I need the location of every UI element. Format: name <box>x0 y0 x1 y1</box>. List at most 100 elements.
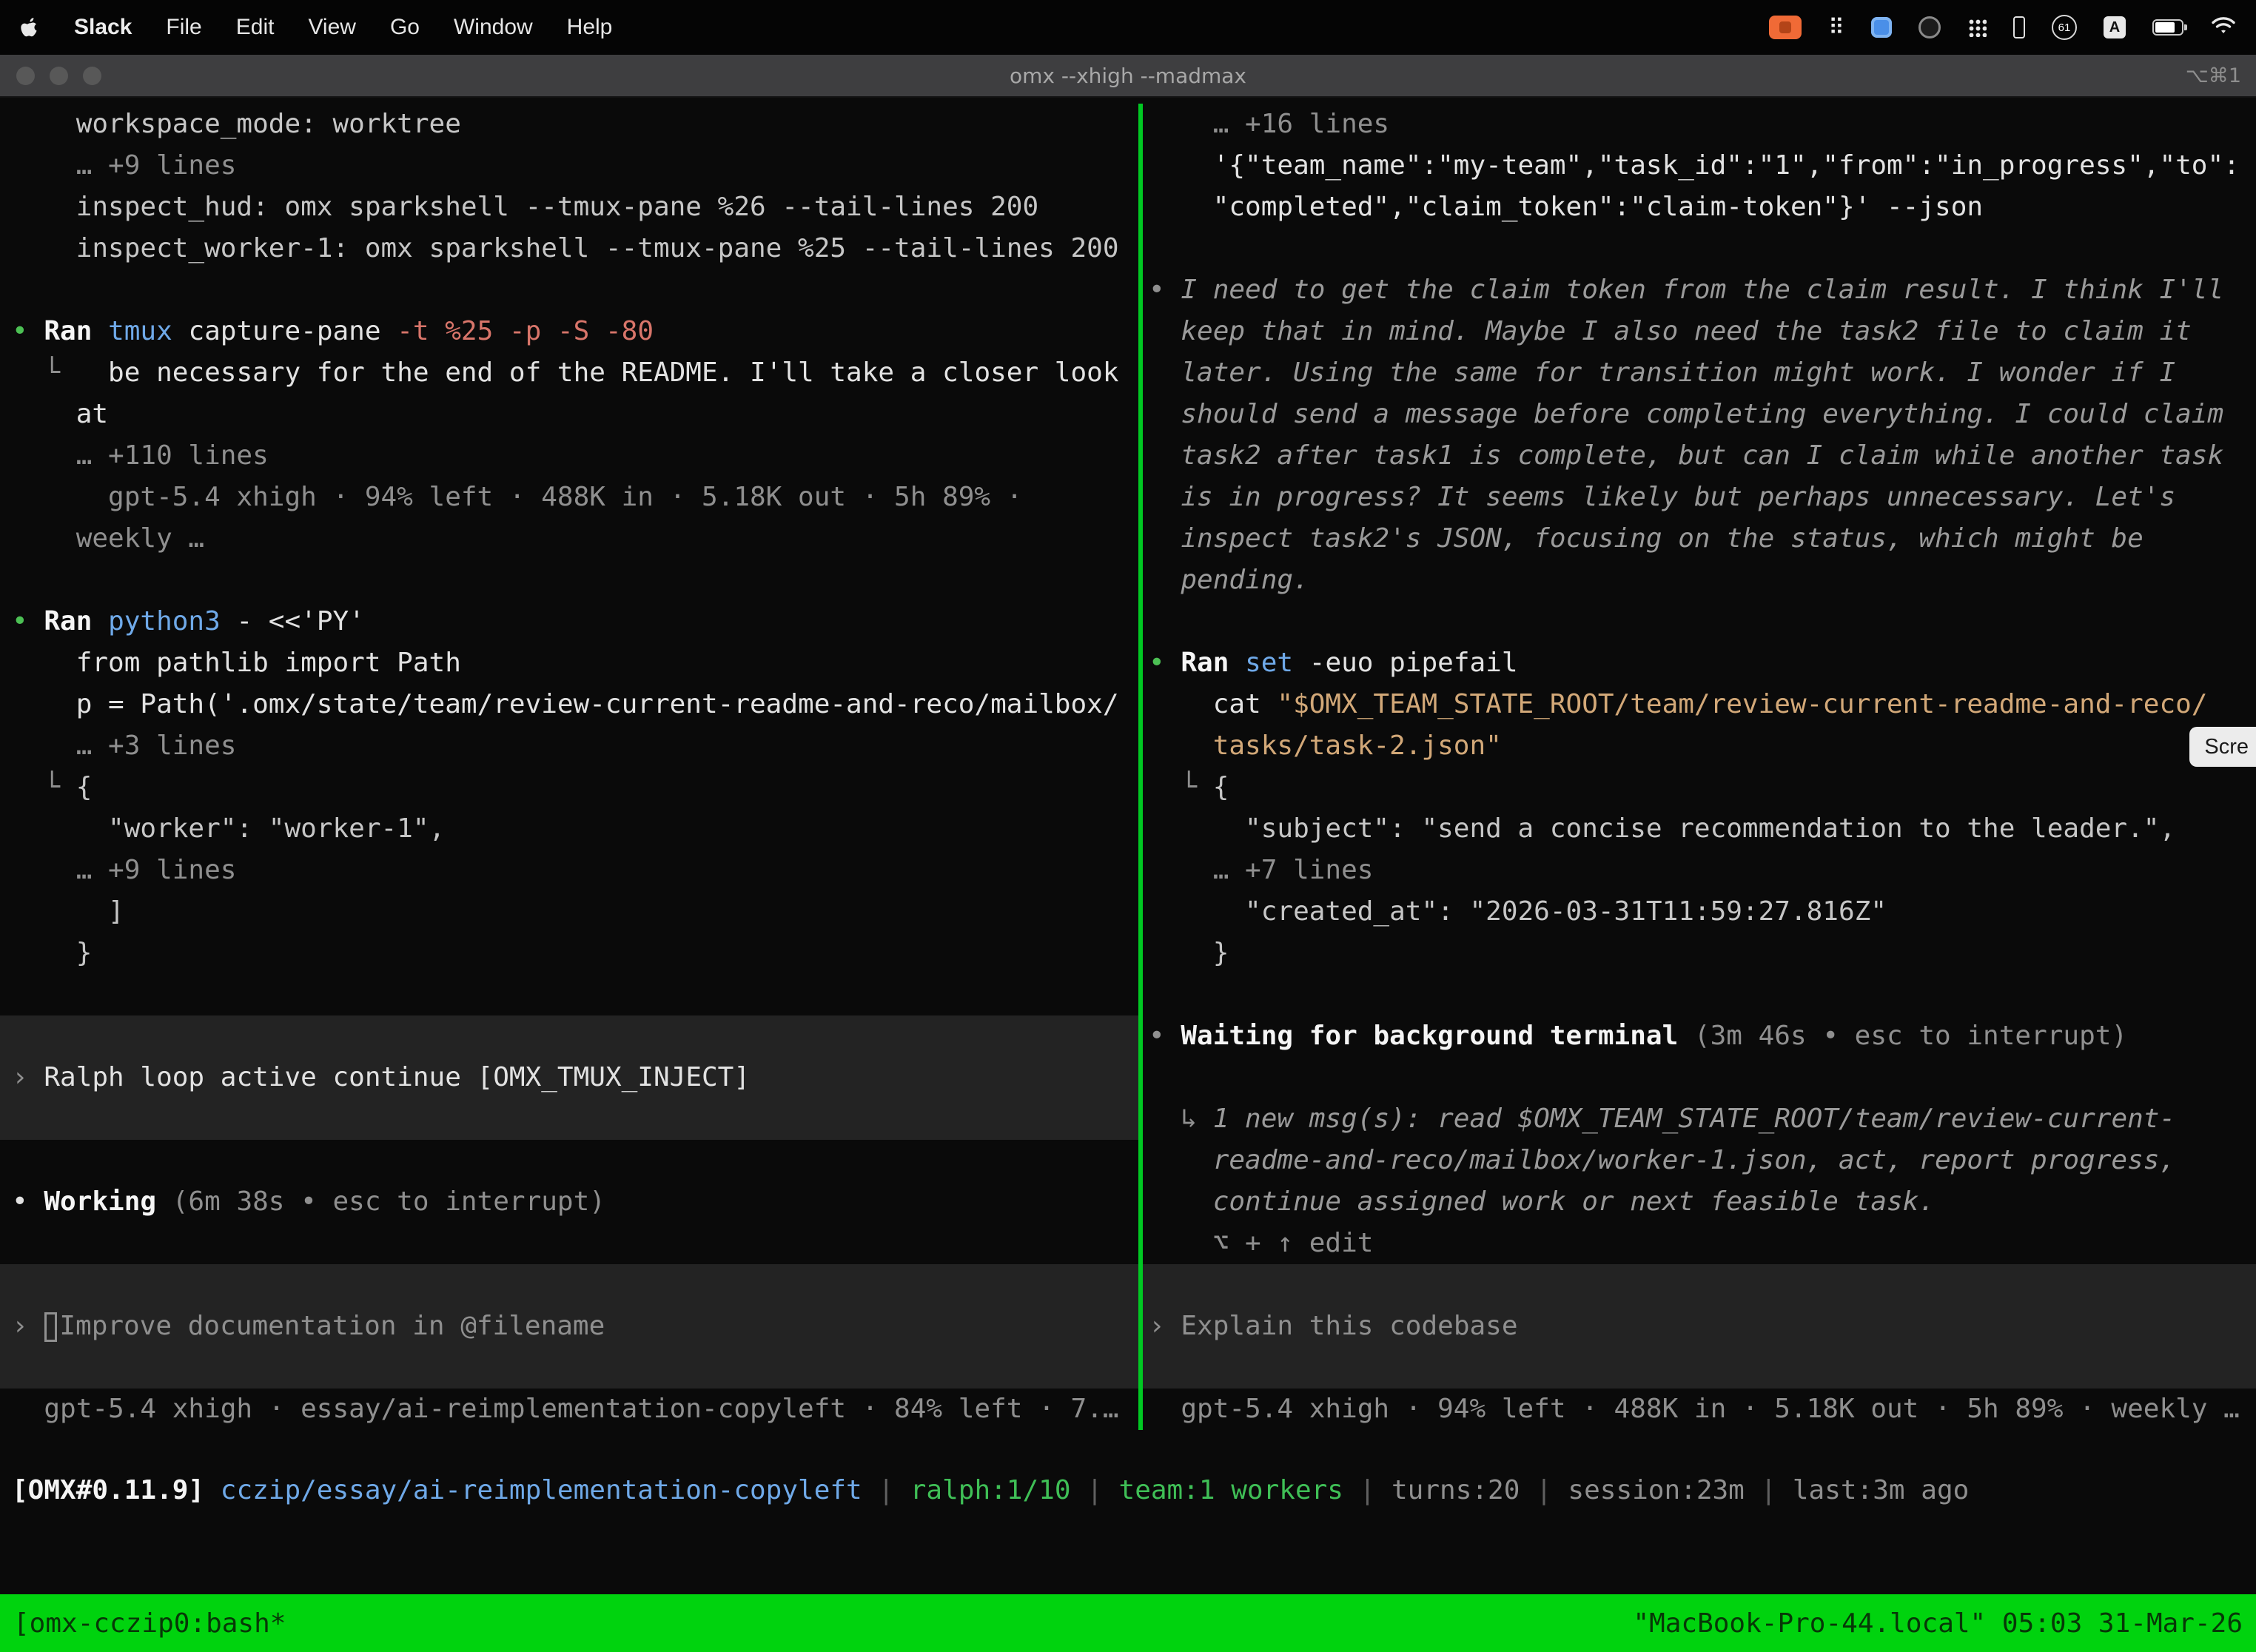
menu-help[interactable]: Help <box>567 15 613 40</box>
working-status: • Working (6m 38s • esc to interrupt) <box>0 1181 1138 1223</box>
minimize-button[interactable] <box>50 67 68 85</box>
screen: Slack File Edit View Go Window Help ⠿ 61… <box>0 0 2256 1652</box>
terminal-pane-right[interactable]: … +16 lines '{"team_name":"my-team","tas… <box>1143 104 2256 1430</box>
window-shortcut-hint: ⌥⌘1 <box>2186 64 2241 87</box>
terminal-line: "worker": "worker-1", <box>0 808 1138 850</box>
active-app-name[interactable]: Slack <box>74 15 132 40</box>
tmux-host-clock: "MacBook-Pro-44.local" 05:03 31-Mar-26 <box>1633 1608 2243 1639</box>
terminal-line: … +9 lines <box>0 145 1138 187</box>
terminal-line <box>1143 228 2256 269</box>
model-status-left: gpt-5.4 xhigh · essay/ai-reimplementatio… <box>0 1389 1138 1430</box>
terminal-line <box>0 1098 1138 1140</box>
terminal-line: … +3 lines <box>0 725 1138 767</box>
terminal-line <box>0 974 1138 1015</box>
command-ran-python: • Ran python3 - <<'PY' <box>0 601 1138 642</box>
terminal-line <box>0 1264 1138 1306</box>
terminal-line: └ { <box>1143 767 2256 808</box>
keyboard-icon[interactable]: ⠿ <box>1828 15 1844 41</box>
tmux-panes: workspace_mode: worktree … +9 lines insp… <box>0 98 2256 1430</box>
terminal-line: inspect_worker-1: omx sparkshell --tmux-… <box>0 228 1138 269</box>
screen-recording-indicator[interactable] <box>1769 16 1802 39</box>
model-status-right: gpt-5.4 xhigh · 94% left · 488K in · 5.1… <box>1143 1389 2256 1430</box>
terminal-line: … +110 lines <box>0 435 1138 477</box>
terminal-line: └ { <box>0 767 1138 808</box>
traffic-lights <box>0 67 101 85</box>
battery-icon[interactable] <box>2152 19 2183 36</box>
terminal-line <box>0 1347 1138 1389</box>
zoom-button[interactable] <box>83 67 101 85</box>
terminal-line <box>1143 974 2256 1015</box>
terminal-line: } <box>1143 933 2256 974</box>
terminal-line: later. Using the same for transition mig… <box>1143 352 2256 394</box>
terminal-line <box>1143 1057 2256 1098</box>
terminal-line: ⌥ + ↑ edit <box>1143 1223 2256 1264</box>
terminal-pane-left[interactable]: workspace_mode: worktree … +9 lines insp… <box>0 104 1138 1430</box>
terminal-line: from pathlib import Path <box>0 642 1138 684</box>
menu-bar: Slack File Edit View Go Window Help ⠿ 61… <box>0 0 2256 55</box>
menu-bar-status-icons: ⠿ 61 A <box>1769 14 2237 41</box>
apple-menu[interactable] <box>19 16 40 39</box>
terminal-line: ↳ 1 new msg(s): read $OMX_TEAM_STATE_ROO… <box>1143 1098 2256 1140</box>
terminal-line <box>1143 1347 2256 1389</box>
battery-percentage-badge[interactable]: 61 <box>2052 15 2077 40</box>
window-titlebar: omx --xhigh --madmax ⌥⌘1 <box>0 55 2256 98</box>
raycast-icon[interactable] <box>1871 17 1892 38</box>
terminal-line: is in progress? It seems likely but perh… <box>1143 477 2256 518</box>
terminal-line <box>1143 601 2256 642</box>
terminal-line <box>0 269 1138 311</box>
thinking-text: • I need to get the claim token from the… <box>1143 269 2256 311</box>
command-ran-tmux: • Ran tmux capture-pane -t %25 -p -S -80 <box>0 311 1138 352</box>
terminal-line <box>0 1140 1138 1181</box>
terminal-line: "subject": "send a concise recommendatio… <box>1143 808 2256 850</box>
terminal-line: continue assigned work or next feasible … <box>1143 1181 2256 1223</box>
terminal-line: '{"team_name":"my-team","task_id":"1","f… <box>1143 145 2256 187</box>
wifi-icon[interactable] <box>2210 14 2237 41</box>
terminal-line: should send a message before completing … <box>1143 394 2256 435</box>
terminal-line: … +16 lines <box>1143 104 2256 145</box>
terminal-line: keep that in mind. Maybe I also need the… <box>1143 311 2256 352</box>
command-ran-set: • Ran set -euo pipefail <box>1143 642 2256 684</box>
window-title: omx --xhigh --madmax <box>1010 64 1246 88</box>
dots-grid-icon[interactable] <box>1967 18 1987 37</box>
terminal-line <box>0 1223 1138 1264</box>
composer-input[interactable]: › Explain this codebase <box>1143 1306 2256 1347</box>
omx-session-status: [OMX#0.11.9] cczip/essay/ai-reimplementa… <box>0 1470 2256 1511</box>
terminal-line: cat "$OMX_TEAM_STATE_ROOT/team/review-cu… <box>1143 684 2256 725</box>
menu-file[interactable]: File <box>166 15 201 40</box>
display-mirroring-icon[interactable] <box>2013 16 2025 38</box>
terminal-line: … +7 lines <box>1143 850 2256 891</box>
terminal-line: gpt-5.4 xhigh · 94% left · 488K in · 5.1… <box>0 477 1138 518</box>
apple-icon <box>19 16 40 39</box>
menu-bar-left: Slack File Edit View Go Window Help <box>19 15 612 40</box>
terminal-line: tasks/task-2.json" <box>1143 725 2256 767</box>
waiting-status: • Waiting for background terminal (3m 46… <box>1143 1015 2256 1057</box>
terminal-line: inspect_hud: omx sparkshell --tmux-pane … <box>0 187 1138 228</box>
terminal-line: workspace_mode: worktree <box>0 104 1138 145</box>
terminal-line: └ be necessary for the end of the README… <box>0 352 1138 394</box>
screen-share-tooltip: Scre <box>2189 727 2256 767</box>
terminal-line: … +9 lines <box>0 850 1138 891</box>
menu-window[interactable]: Window <box>454 15 533 40</box>
menu-edit[interactable]: Edit <box>236 15 275 40</box>
terminal-line: ] <box>0 891 1138 933</box>
menu-go[interactable]: Go <box>390 15 420 40</box>
terminal-line: readme-and-reco/mailbox/worker-1.json, a… <box>1143 1140 2256 1181</box>
terminal-line: pending. <box>1143 560 2256 601</box>
menu-view[interactable]: View <box>308 15 355 40</box>
terminal-line: } <box>0 933 1138 974</box>
tmux-status-bar: [omx-cczip0:bash* "MacBook-Pro-44.local"… <box>0 1594 2256 1652</box>
terminal-line: at <box>0 394 1138 435</box>
terminal-line <box>0 1015 1138 1057</box>
terminal-line: "created_at": "2026-03-31T11:59:27.816Z" <box>1143 891 2256 933</box>
tmux-session-name: [omx-cczip0:bash* <box>13 1608 286 1639</box>
input-source-icon[interactable]: A <box>2104 16 2126 38</box>
terminal-line <box>1143 1264 2256 1306</box>
terminal-line: inspect task2's JSON, focusing on the st… <box>1143 518 2256 560</box>
omx-status-line: [OMX#0.11.9] cczip/essay/ai-reimplementa… <box>0 1470 2256 1511</box>
composer-input[interactable]: › Improve documentation in @filename <box>0 1306 1138 1347</box>
terminal-line: "completed","claim_token":"claim-token"}… <box>1143 187 2256 228</box>
terminal-line: task2 after task1 is complete, but can I… <box>1143 435 2256 477</box>
app-circle-icon[interactable] <box>1918 16 1941 38</box>
close-button[interactable] <box>16 67 35 85</box>
queued-prompt[interactable]: › Ralph loop active continue [OMX_TMUX_I… <box>0 1057 1138 1098</box>
